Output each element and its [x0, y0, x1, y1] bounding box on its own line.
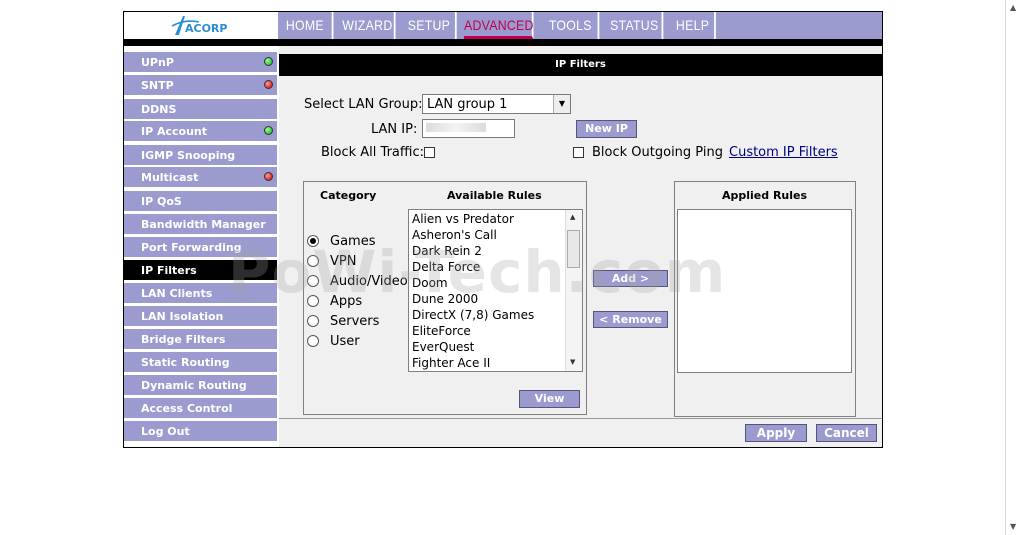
lan-group-value: LAN group 1	[427, 97, 508, 112]
cancel-button[interactable]: Cancel	[816, 424, 877, 442]
new-ip-button[interactable]: New IP	[576, 120, 637, 138]
lan-group-select[interactable]: LAN group 1 ▼	[422, 94, 571, 114]
list-item[interactable]: DirectX (7,8) Games	[412, 308, 534, 322]
block-outgoing-ping-checkbox[interactable]	[573, 147, 584, 158]
available-rules-header: Available Rules	[447, 189, 542, 202]
sidebar-item-upnp[interactable]: UPnP	[124, 52, 277, 73]
category-vpn-radio[interactable]	[307, 255, 319, 267]
scroll-thumb[interactable]	[567, 230, 580, 268]
scroll-down-icon[interactable]: ▼	[1010, 522, 1016, 531]
category-header: Category	[320, 189, 377, 202]
list-item[interactable]: Delta Force	[412, 260, 480, 274]
add-button[interactable]: Add >	[593, 270, 668, 287]
block-all-traffic-label: Block All Traffic:	[321, 145, 424, 160]
list-item[interactable]: EliteForce	[412, 324, 471, 338]
lan-ip-label: LAN IP:	[371, 122, 418, 137]
sidebar-item-multicast[interactable]: Multicast	[124, 167, 277, 188]
custom-ip-filters-link[interactable]: Custom IP Filters	[729, 145, 838, 160]
rules-list-scrollbar[interactable]: ▲ ▼	[565, 210, 582, 371]
category-apps-radio[interactable]	[307, 295, 319, 307]
sidebar-item-lan-isolation[interactable]: LAN Isolation	[124, 306, 277, 327]
sidebar-item-ip-qos[interactable]: IP QoS	[124, 191, 277, 212]
status-green-icon	[264, 126, 273, 135]
category-user-radio[interactable]	[307, 335, 319, 347]
nav-divider	[124, 39, 882, 46]
nav-help[interactable]: HELP	[671, 12, 716, 39]
remove-button[interactable]: < Remove	[593, 311, 668, 328]
category-audio-video-radio[interactable]	[307, 275, 319, 287]
list-item[interactable]: Asheron's Call	[412, 228, 497, 242]
sidebar-item-access-control[interactable]: Access Control	[124, 398, 277, 419]
sidebar-item-ip-filters[interactable]: IP Filters	[124, 260, 277, 281]
select-lan-group-label: Select LAN Group:	[304, 97, 423, 112]
sidebar-item-sntp[interactable]: SNTP	[124, 75, 277, 96]
list-item[interactable]: Doom	[412, 276, 448, 290]
status-red-icon	[264, 80, 273, 89]
category-vpn-label: VPN	[330, 254, 357, 269]
lan-ip-value	[426, 123, 486, 132]
list-item[interactable]: Alien vs Predator	[412, 212, 514, 226]
nav-status[interactable]: STATUS	[607, 12, 664, 39]
apply-button[interactable]: Apply	[745, 424, 807, 442]
scroll-up-icon[interactable]: ▲	[570, 213, 575, 221]
top-nav: HOME WIZARD SETUP ADVANCED TOOLS STATUS …	[278, 12, 882, 39]
block-all-traffic-checkbox[interactable]	[424, 147, 435, 158]
block-outgoing-ping-label: Block Outgoing Ping	[592, 145, 723, 160]
available-rules-list[interactable]: Alien vs Predator Asheron's Call Dark Re…	[408, 209, 583, 372]
category-servers-label: Servers	[330, 314, 380, 329]
lan-ip-input[interactable]	[422, 119, 515, 138]
list-item[interactable]: Dune 2000	[412, 292, 478, 306]
logo-text: ACORP	[185, 22, 227, 35]
list-item[interactable]: Fighter Ace II	[412, 356, 490, 370]
category-user-label: User	[330, 334, 360, 349]
nav-tools[interactable]: TOOLS	[543, 12, 600, 39]
sidebar-item-log-out[interactable]: Log Out	[124, 421, 277, 442]
acorp-logo-icon: ACORP	[171, 16, 227, 35]
nav-advanced[interactable]: ADVANCED	[464, 12, 534, 39]
status-red-icon	[264, 172, 273, 181]
category-games-label: Games	[330, 234, 376, 249]
sidebar-item-port-forwarding[interactable]: Port Forwarding	[124, 237, 277, 258]
sidebar-item-bandwidth-manager[interactable]: Bandwidth Manager	[124, 214, 277, 235]
sidebar-item-ip-account[interactable]: IP Account	[124, 121, 277, 142]
category-servers-radio[interactable]	[307, 315, 319, 327]
nav-home[interactable]: HOME	[278, 12, 334, 39]
nav-setup[interactable]: SETUP	[403, 12, 457, 39]
chevron-down-icon[interactable]: ▼	[553, 95, 570, 113]
applied-rules-header: Applied Rules	[722, 189, 808, 202]
status-green-icon	[264, 57, 273, 66]
scroll-down-icon[interactable]: ▼	[570, 358, 575, 366]
sidebar-item-igmp-snooping[interactable]: IGMP Snooping	[124, 145, 277, 166]
category-games-radio[interactable]	[307, 235, 319, 247]
view-button[interactable]: View	[519, 390, 580, 408]
scroll-up-icon[interactable]: ▲	[1010, 3, 1016, 12]
page-scrollbar[interactable]: ▲ ▼	[1005, 0, 1022, 535]
applied-rules-list[interactable]	[677, 209, 852, 373]
page-title: IP Filters	[279, 54, 882, 76]
category-apps-label: Apps	[330, 294, 363, 309]
nav-wizard[interactable]: WIZARD	[341, 12, 396, 39]
sidebar-item-lan-clients[interactable]: LAN Clients	[124, 283, 277, 304]
list-item[interactable]: EverQuest	[412, 340, 474, 354]
list-item[interactable]: Dark Rein 2	[412, 244, 482, 258]
sidebar-item-bridge-filters[interactable]: Bridge Filters	[124, 329, 277, 350]
category-audio-video-label: Audio/Video	[330, 274, 408, 289]
logo: ACORP	[124, 12, 277, 39]
sidebar-item-ddns[interactable]: DDNS	[124, 99, 277, 120]
sidebar-item-dynamic-routing[interactable]: Dynamic Routing	[124, 375, 277, 396]
sidebar-item-static-routing[interactable]: Static Routing	[124, 352, 277, 373]
